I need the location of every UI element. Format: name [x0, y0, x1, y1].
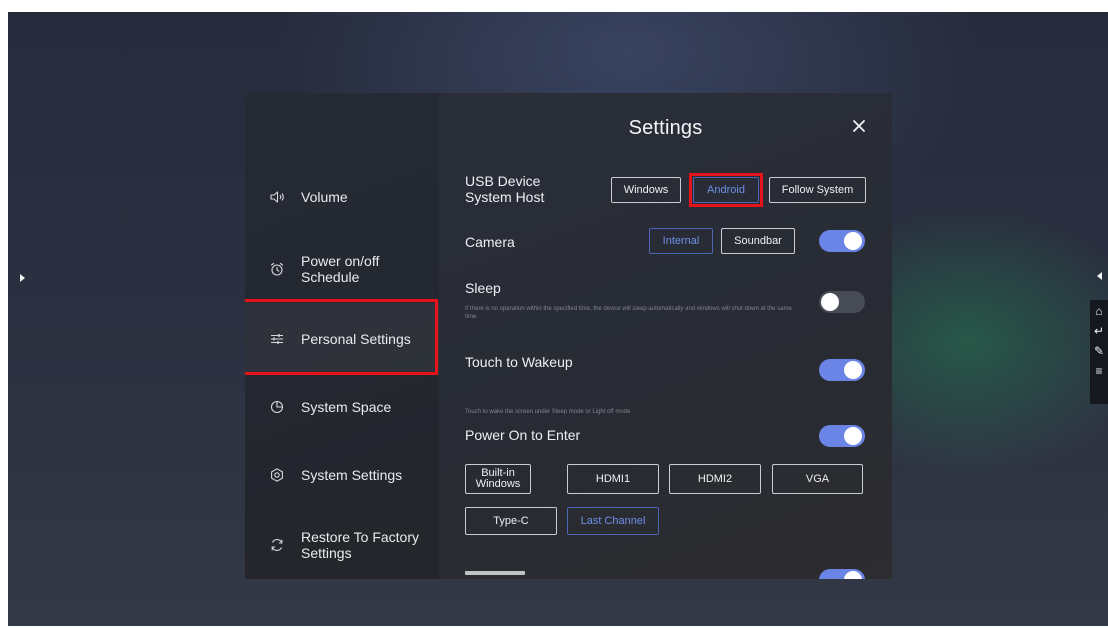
touch-wakeup-description: Touch to wake the screen under Sleep mod…	[465, 409, 631, 415]
sidebar-item-label: System Space	[301, 399, 392, 415]
power-on-toggle[interactable]	[819, 425, 865, 447]
sleep-toggle[interactable]	[819, 291, 865, 313]
desktop-screen: ⌂ ↵ ✎ ≡ Settings Volume Power on/off Sch…	[8, 12, 1108, 626]
usb-host-label: USB Device System Host	[465, 173, 545, 205]
sidebar-item-volume[interactable]: Volume	[245, 185, 439, 209]
sidebar-item-restore-factory[interactable]: Restore To Factory Settings	[245, 527, 439, 563]
touch-wakeup-toggle[interactable]	[819, 359, 865, 381]
power-on-option-vga[interactable]: VGA	[772, 464, 863, 494]
sidebar-item-label: System Settings	[301, 467, 403, 483]
gear-icon	[271, 468, 283, 482]
camera-label: Camera	[465, 234, 515, 250]
side-toolbar-buttons: ⌂ ↵ ✎ ≡	[1090, 300, 1108, 404]
sleep-label: Sleep	[465, 280, 501, 296]
camera-option-soundbar[interactable]: Soundbar	[721, 228, 795, 254]
back-icon[interactable]: ↵	[1094, 324, 1104, 338]
highlight-personal-settings	[245, 299, 438, 375]
refresh-icon	[271, 539, 283, 551]
sidebar-item-label: Power on/off Schedule	[301, 253, 380, 285]
close-icon	[853, 120, 865, 132]
power-on-option-last-channel[interactable]: Last Channel	[567, 507, 659, 535]
chevron-left-icon[interactable]	[1096, 272, 1102, 280]
touch-wakeup-label: Touch to Wakeup	[465, 354, 573, 370]
next-row-toggle-partial[interactable]	[819, 569, 865, 579]
sidebar-item-label: Restore To Factory Settings	[301, 529, 420, 561]
sleep-description: If there is no operation within the spec…	[465, 306, 792, 320]
chevron-right-icon[interactable]	[20, 274, 25, 282]
sidebar-item-label: Volume	[301, 189, 348, 205]
power-on-option-hdmi2[interactable]: HDMI2	[669, 464, 761, 494]
speaker-icon	[270, 191, 284, 203]
camera-toggle[interactable]	[819, 230, 865, 252]
close-button[interactable]	[850, 117, 868, 135]
settings-dialog: Settings Volume Power on/off Schedule Pe…	[245, 93, 892, 579]
sidebar-item-system-settings[interactable]: System Settings	[245, 465, 439, 485]
power-on-option-hdmi1[interactable]: HDMI1	[567, 464, 659, 494]
alarm-clock-icon	[270, 262, 284, 276]
annotate-icon[interactable]: ✎	[1094, 344, 1104, 358]
side-toolbar: ⌂ ↵ ✎ ≡	[1090, 268, 1108, 406]
usb-option-windows[interactable]: Windows	[611, 177, 681, 203]
camera-option-internal[interactable]: Internal	[649, 228, 713, 254]
sidebar-item-system-space[interactable]: System Space	[245, 397, 439, 417]
power-on-option-type-c[interactable]: Type-C	[465, 507, 557, 535]
pie-chart-icon	[270, 400, 284, 414]
power-on-label: Power On to Enter	[465, 427, 581, 443]
menu-icon[interactable]: ≡	[1095, 364, 1102, 378]
usb-option-follow-system[interactable]: Follow System	[769, 177, 866, 203]
sidebar-item-power-schedule[interactable]: Power on/off Schedule	[245, 251, 439, 287]
highlight-android-option	[689, 173, 763, 207]
home-icon[interactable]: ⌂	[1095, 304, 1102, 318]
dialog-title: Settings	[628, 117, 703, 139]
power-on-option-builtin-windows[interactable]: Built-in Windows	[465, 464, 531, 494]
next-row-label-partial	[465, 571, 525, 575]
